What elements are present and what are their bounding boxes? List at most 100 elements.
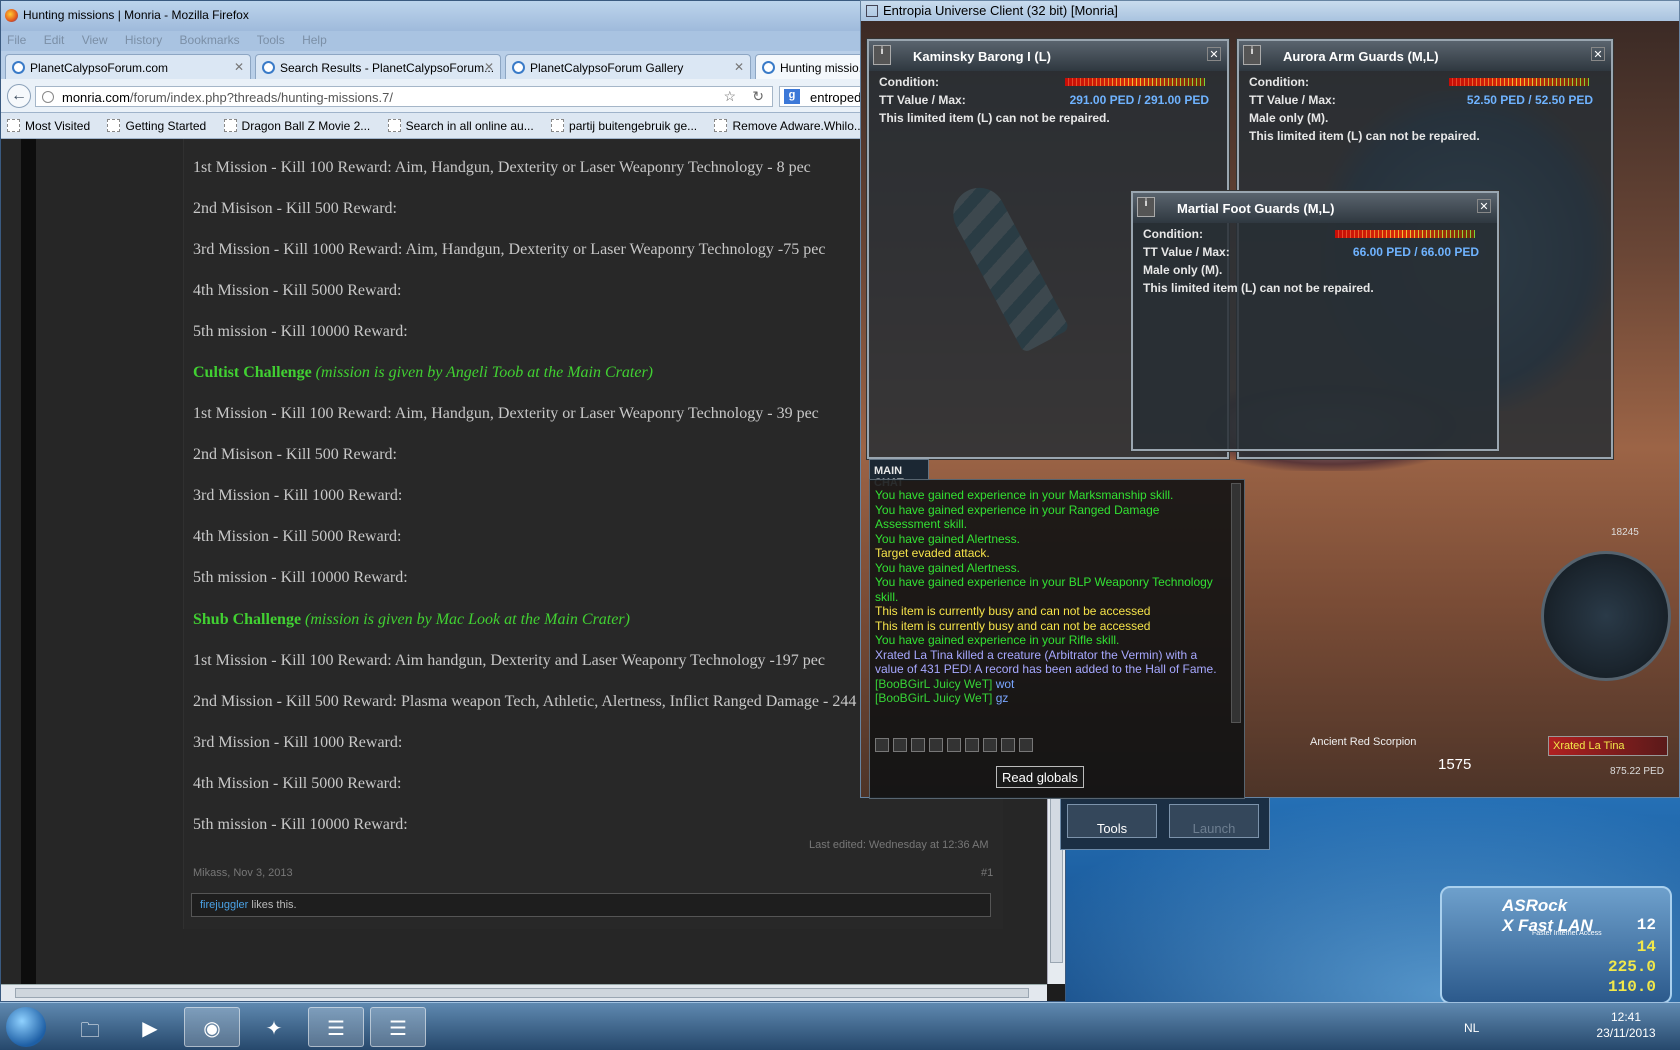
- media-player-icon[interactable]: ▶: [122, 1007, 178, 1047]
- game-icon[interactable]: ✦: [246, 1007, 302, 1047]
- channel-icon[interactable]: [911, 738, 925, 752]
- male-only: Male only (M).: [1249, 111, 1329, 125]
- start-button[interactable]: [6, 1007, 46, 1047]
- item-title: i Aurora Arm Guards (M,L): [1239, 41, 1611, 71]
- firefox-taskbar-icon[interactable]: ◉: [184, 1007, 240, 1047]
- tools-button[interactable]: Tools: [1067, 804, 1157, 838]
- bookmark-partij[interactable]: partij buitengebruik ge...: [551, 119, 697, 133]
- url-input[interactable]: monria.com/forum/index.php?threads/hunti…: [35, 86, 773, 107]
- bookmark-remove-adware[interactable]: Remove Adware.Whilo...: [714, 119, 864, 133]
- likes-text: likes this.: [248, 899, 297, 911]
- tab-label: Hunting missio...: [780, 61, 869, 75]
- entropia-taskbar-icon[interactable]: ☰: [308, 1007, 364, 1047]
- bookmark-dragon-ball[interactable]: Dragon Ball Z Movie 2...: [223, 119, 370, 133]
- widget-value: 14: [1636, 938, 1656, 956]
- chat-line: You have gained Alertness.: [875, 560, 1021, 575]
- chat-line: Target evaded attack.: [875, 546, 990, 560]
- entropia-titlebar: Entropia Universe Client (32 bit) [Monri…: [861, 1, 1679, 21]
- note-row: This limited item (L) can not be repaire…: [1143, 281, 1374, 295]
- item-title: i Martial Foot Guards (M,L): [1133, 193, 1497, 223]
- launch-button[interactable]: Launch: [1169, 804, 1259, 838]
- entropia-window: Entropia Universe Client (32 bit) [Monri…: [860, 0, 1680, 799]
- player-health-bar: Xrated La Tina: [1548, 736, 1668, 756]
- channel-icon[interactable]: [893, 738, 907, 752]
- close-icon[interactable]: ✕: [734, 60, 744, 74]
- close-icon[interactable]: ✕: [484, 60, 494, 74]
- post-line: 1st Mission - Kill 100 Reward: Aim, Hand…: [193, 159, 811, 176]
- post-line: 3rd Mission - Kill 1000 Reward: Aim, Han…: [193, 241, 826, 258]
- close-icon[interactable]: ✕: [1207, 47, 1221, 61]
- page-icon: [551, 119, 565, 132]
- channel-icon[interactable]: [875, 738, 889, 752]
- widget-subtitle: Faster Internet Access: [1532, 930, 1602, 937]
- asrock-xfastlan-widget[interactable]: ASRock X Fast LAN Faster Internet Access …: [1440, 886, 1672, 1004]
- chat-line: This item is currently busy and can not …: [875, 604, 1151, 618]
- likes-bar: firejuggler likes this.: [191, 893, 991, 917]
- scroll-thumb[interactable]: [15, 988, 1029, 998]
- mt-icon: [714, 119, 728, 132]
- reload-icon[interactable]: ↻: [752, 88, 764, 105]
- menu-file[interactable]: File: [7, 33, 26, 47]
- language-indicator[interactable]: NL: [1464, 1021, 1479, 1035]
- app-icon: [866, 5, 878, 17]
- ped-balance: 875.22 PED: [1610, 766, 1664, 777]
- menu-tools[interactable]: Tools: [257, 33, 285, 47]
- close-icon[interactable]: ✕: [1477, 199, 1491, 213]
- channel-icon[interactable]: [947, 738, 961, 752]
- tab-gallery[interactable]: PlanetCalypsoForum Gallery ✕: [505, 54, 751, 79]
- firefox-icon: [5, 9, 18, 22]
- horizontal-scrollbar[interactable]: [1, 984, 1047, 1001]
- chat-line: You have gained experience in your Marks…: [875, 488, 1174, 502]
- channel-icon[interactable]: [1001, 738, 1015, 752]
- menu-history[interactable]: History: [125, 33, 162, 47]
- speaker-icon[interactable]: [1019, 738, 1033, 752]
- window-title: Hunting missions | Monria - Mozilla Fire…: [23, 8, 249, 22]
- bookmark-most-visited[interactable]: Most Visited: [7, 119, 90, 133]
- post-line: 5th mission - Kill 10000 Reward:: [193, 323, 408, 340]
- monria-icon: [762, 61, 775, 74]
- bookmark-search-auctions[interactable]: Search in all online au...: [387, 119, 534, 133]
- menu-edit[interactable]: Edit: [44, 33, 65, 47]
- clock[interactable]: 12:41 23/11/2013: [1596, 1009, 1656, 1041]
- close-icon[interactable]: ✕: [1591, 47, 1605, 61]
- post-line: 2nd Misison - Kill 500 Reward:: [193, 446, 397, 463]
- channel-icon[interactable]: [983, 738, 997, 752]
- tab-planetcalypso[interactable]: PlanetCalypsoForum.com ✕: [5, 54, 251, 79]
- explorer-icon[interactable]: 🗀: [62, 1007, 118, 1047]
- page-icon: [223, 119, 237, 132]
- tab-search-results[interactable]: Search Results - PlanetCalypsoForum... ✕: [255, 54, 501, 79]
- menu-help[interactable]: Help: [302, 33, 327, 47]
- globe-icon: [42, 91, 54, 103]
- condition-row: Condition:: [879, 73, 1219, 91]
- chat-scrollbar[interactable]: [1231, 483, 1241, 723]
- radar-minimap[interactable]: [1541, 551, 1671, 681]
- post-line: 4th Mission - Kill 5000 Reward:: [193, 282, 402, 299]
- menu-bookmarks[interactable]: Bookmarks: [180, 33, 240, 47]
- bookmark-getting-started[interactable]: Getting Started: [107, 119, 206, 133]
- info-icon: i: [873, 45, 891, 65]
- coordinate-readout: 18245: [1611, 527, 1639, 538]
- globe-icon: [262, 61, 275, 74]
- last-edited: Last edited: Wednesday at 12:36 AM: [809, 839, 989, 851]
- liker-link[interactable]: firejuggler: [200, 899, 248, 911]
- cultist-heading: Cultist Challenge (mission is given by A…: [193, 364, 653, 381]
- channel-icon[interactable]: [929, 738, 943, 752]
- close-icon[interactable]: ✕: [234, 60, 244, 74]
- post-line: 1st Mission - Kill 100 Reward: Aim, Hand…: [193, 405, 819, 422]
- condition-bar: [1335, 230, 1475, 238]
- post-line: 2nd Misison - Kill 500 Reward:: [193, 200, 397, 217]
- back-button[interactable]: ←: [7, 84, 31, 108]
- entropia-taskbar-icon-2[interactable]: ☰: [370, 1007, 426, 1047]
- menu-view[interactable]: View: [82, 33, 108, 47]
- post-author-date[interactable]: Mikass, Nov 3, 2013: [193, 867, 293, 879]
- bookmark-star-icon[interactable]: ☆: [723, 88, 736, 105]
- channel-icon[interactable]: [965, 738, 979, 752]
- chat-line: [BooBGirL Juicy WeT] wot: [875, 676, 1015, 691]
- taskbar: 🗀 ▶ ◉ ✦ ☰ ☰ NL 12:41 23/11/2013: [0, 1002, 1680, 1050]
- post-line: 4th Mission - Kill 5000 Reward:: [193, 528, 402, 545]
- post-line: 2nd Mission - Kill 500 Reward: Plasma we…: [193, 693, 857, 710]
- post-number[interactable]: #1: [981, 867, 993, 879]
- main-chat-tab[interactable]: MAIN CHAT: [869, 459, 929, 489]
- chat-line: You have gained experience in your BLP W…: [875, 575, 1213, 604]
- tab-label: PlanetCalypsoForum Gallery: [530, 61, 684, 75]
